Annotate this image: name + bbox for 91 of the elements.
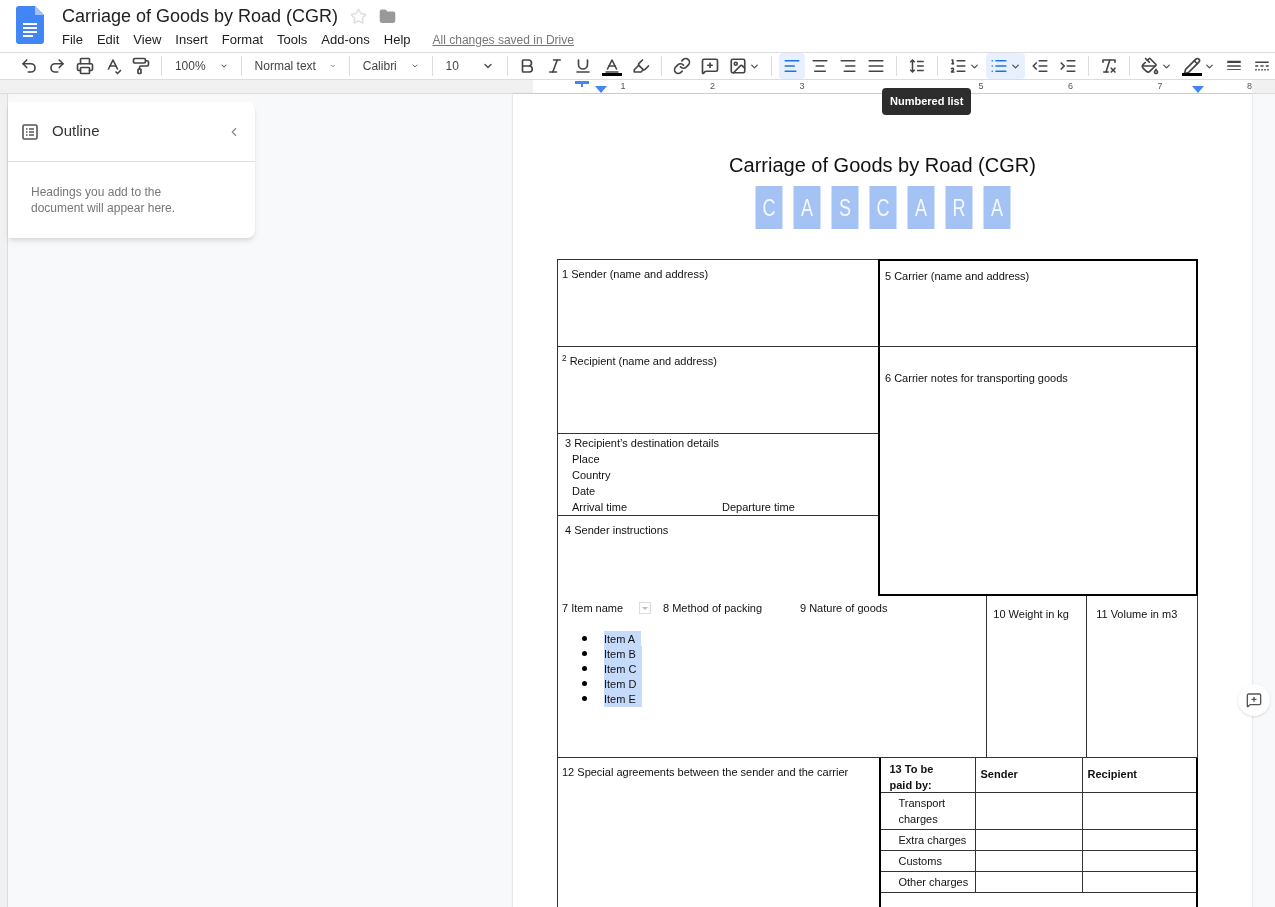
field-label: 3 Recipient’s destination details: [565, 436, 720, 451]
outline-title: Outline: [52, 121, 100, 142]
image-icon: [729, 57, 748, 75]
document-logo-icon[interactable]: [16, 6, 44, 44]
indent-marker-icon: [575, 81, 589, 87]
numbered-list-icon: [949, 57, 968, 75]
field-label: 9 Nature of goods: [800, 601, 888, 616]
field-label: 6 Carrier notes for transporting goods: [885, 372, 1068, 384]
line-spacing-icon: [908, 57, 927, 75]
field-label: Arrival time: [572, 500, 628, 515]
underline-icon: [574, 57, 593, 75]
logo-tile: A: [793, 186, 820, 229]
align-center-icon: [811, 57, 830, 75]
document-title[interactable]: Carriage of Goods by Road (CGR): [62, 2, 339, 30]
logo-tile: C: [869, 186, 896, 229]
field-label: 4 Sender instructions: [565, 524, 669, 536]
document-heading: Carriage of Goods by Road (CGR): [729, 153, 1036, 178]
field-label: Place: [571, 452, 601, 467]
ruler-number: 7: [1157, 79, 1163, 93]
save-status-link[interactable]: All changes saved in Drive: [432, 31, 574, 49]
logo-tile: S: [831, 186, 858, 229]
outline-icon: [22, 123, 38, 140]
field-label: 11 Volume in m3: [1096, 608, 1178, 620]
paint-roller-icon: [132, 57, 150, 75]
ruler-number: 3: [799, 79, 805, 93]
field-label: 8 Method of packing: [663, 601, 764, 616]
menu-item[interactable]: File: [56, 30, 89, 50]
field-label: $^{2}$ Recipient (name and address): [562, 355, 717, 367]
align-right-icon: [839, 57, 858, 75]
column-header: Sender: [980, 768, 1018, 780]
add-comment-icon: [1246, 692, 1262, 708]
bullet-icon: [582, 696, 587, 701]
logo-tile: A: [907, 186, 934, 229]
column-header: Recipient: [1087, 768, 1137, 780]
align-justify-icon: [867, 57, 886, 75]
field-label: 1 Sender (name and address): [562, 268, 709, 280]
folder-icon[interactable]: [379, 7, 397, 25]
highlighter-icon: [632, 57, 651, 75]
menu-item[interactable]: Add-ons: [315, 30, 376, 50]
align-left-icon: [783, 57, 802, 75]
menu-item[interactable]: Help: [377, 30, 417, 50]
ruler-number: 8: [1247, 79, 1252, 93]
increase-indent-icon: [1059, 57, 1078, 75]
link-icon: [673, 57, 692, 75]
field-label: 12 Special agreements between the sender and the carrier: [562, 766, 849, 778]
toolbar-dropdown[interactable]: 100%: [168, 53, 234, 79]
text-color-icon: [602, 56, 623, 76]
row-label: Extra charges: [898, 833, 968, 848]
list-item: Item A: [604, 630, 642, 647]
bullet-icon: [582, 666, 587, 671]
toolbar-dropdown[interactable]: 10: [439, 53, 500, 79]
menu-item[interactable]: Edit: [90, 30, 126, 50]
undo-icon: [20, 57, 38, 75]
menu-item[interactable]: View: [127, 30, 168, 50]
fill-color-icon: [1141, 57, 1160, 75]
menu-item[interactable]: Insert: [169, 30, 214, 50]
ruler-number: 2: [710, 79, 715, 93]
clear-formatting-icon: [1100, 57, 1119, 75]
logo-tile: A: [983, 186, 1010, 229]
bullet-icon: [582, 651, 587, 656]
redo-icon: [48, 57, 66, 75]
field-label: 7 Item name: [562, 601, 625, 616]
logo-tile: R: [945, 186, 972, 229]
bullet-icon: [582, 636, 587, 641]
border-color-icon: [1182, 56, 1203, 76]
field-label: 5 Carrier (name and address): [885, 270, 1030, 282]
bullet-icon: [582, 681, 587, 686]
outline-message: Headings you add to the document will appear here.: [30, 184, 177, 217]
menu-item[interactable]: Format: [215, 30, 269, 50]
tooltip: Numbered list: [882, 88, 972, 115]
ruler-number: 5: [978, 79, 984, 93]
bulleted-list-icon: [990, 57, 1009, 75]
star-icon[interactable]: [350, 7, 368, 25]
field-label: Departure time: [722, 500, 795, 515]
ruler-number: 6: [1068, 79, 1073, 93]
print-icon: [76, 57, 94, 75]
add-comment-button[interactable]: [1238, 684, 1270, 716]
row-label: Other charges: [898, 875, 970, 890]
decrease-indent-icon: [1031, 57, 1050, 75]
field-label: Date: [571, 484, 597, 499]
field-label: Country: [571, 468, 612, 483]
ruler-number: 1: [620, 79, 626, 93]
row-label: Customs: [898, 854, 943, 869]
menu-item[interactable]: Tools: [271, 30, 314, 50]
field-label: 10 Weight in kg: [993, 608, 1069, 620]
add-comment-icon: [701, 57, 720, 75]
logo-tile: C: [755, 186, 782, 229]
toolbar-dropdown[interactable]: Calibri: [356, 53, 425, 79]
column-header: 13 To be paid by:: [889, 762, 935, 793]
row-label: Transport charges: [898, 796, 947, 827]
toolbar-dropdown[interactable]: Normal text: [248, 53, 342, 79]
